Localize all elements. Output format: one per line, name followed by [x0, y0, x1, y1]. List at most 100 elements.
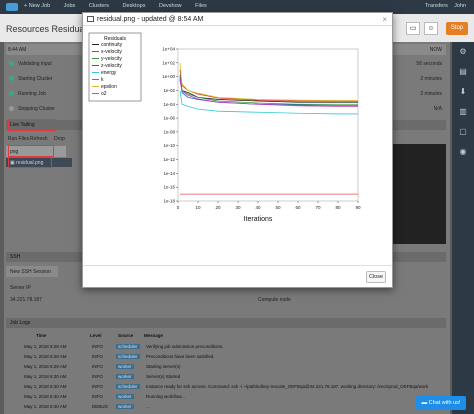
log-message: Running workflow... — [146, 394, 186, 399]
legend-entry: continuity — [101, 42, 123, 48]
x-tick-label: 70 — [315, 205, 321, 210]
log-level: INFO — [92, 344, 103, 349]
modal-title: residual.png - updated @ 8:54 AM — [97, 16, 204, 23]
nav-clusters[interactable]: Clusters — [89, 3, 109, 9]
log-time: May 1, 2018 8:30 AM — [24, 404, 67, 409]
x-tick-label: 50 — [275, 205, 281, 210]
log-time: May 1, 2018 8:30 AM — [24, 394, 67, 399]
legend-entry: z-velocity — [101, 63, 122, 69]
user-menu[interactable]: John — [454, 3, 466, 9]
x-tick-label: 40 — [255, 205, 261, 210]
log-row: May 1, 2018 8:29 AM INFO worker Starting se… — [6, 362, 446, 371]
log-message: Server(s) Started — [146, 374, 181, 379]
highlight-box — [8, 119, 56, 131]
log-source: scheduler — [116, 344, 140, 349]
log-source: scheduler — [116, 384, 140, 389]
log-message: Preconditions have been satisfied. — [146, 354, 215, 359]
x-tick-label: 80 — [335, 205, 341, 210]
users-icon[interactable]: ☺ — [424, 22, 438, 35]
legend-entry: energy — [101, 70, 117, 76]
refresh-button[interactable]: Refresh — [30, 136, 48, 142]
close-icon[interactable]: × — [382, 15, 387, 24]
nav-desktops[interactable]: Desktops — [123, 3, 146, 9]
log-level: INFO — [92, 384, 103, 389]
log-source: worker — [116, 394, 134, 399]
y-tick-label: 1e-02 — [163, 88, 175, 93]
github-icon[interactable]: ◉ — [452, 142, 474, 162]
right-sidebar: ⚙ ▤ ⬇ ▥ ▢ ◉ — [452, 42, 474, 414]
top-nav: + New Job Jobs Clusters Desktops Devshow… — [24, 3, 219, 9]
log-row: May 1, 2018 8:30 AM INFO worker Server(s) S… — [6, 372, 446, 381]
log-row: May 1, 2018 8:28 AM INFO scheduler Verifyin… — [6, 342, 446, 351]
chat-icon: ▬ — [421, 400, 429, 406]
nav-new-job[interactable]: + New Job — [24, 3, 50, 9]
series-line-x-velocity — [179, 69, 358, 102]
y-tick-label: 1e+00 — [162, 74, 175, 79]
x-tick-label: 30 — [235, 205, 241, 210]
log-row: May 1, 2018 8:30 AM INFO worker Running wor… — [6, 392, 446, 401]
y-tick-label: 1e-14 — [163, 171, 175, 176]
log-time: May 1, 2018 8:30 AM — [24, 384, 67, 389]
y-tick-label: 1e-06 — [163, 116, 175, 121]
log-level: INFO — [92, 394, 103, 399]
stop-button[interactable]: Stop — [446, 22, 468, 35]
image-preview-modal: residual.png - updated @ 8:54 AM × 1e+04… — [82, 12, 393, 288]
modal-footer: Close — [83, 265, 392, 287]
close-button[interactable]: Close — [366, 271, 386, 283]
x-tick-label: 90 — [355, 205, 361, 210]
y-tick-label: 1e-04 — [163, 102, 175, 107]
log-message: ... — [146, 404, 150, 409]
y-tick-label: 1e-18 — [163, 199, 175, 204]
logo-icon[interactable] — [6, 3, 18, 11]
log-source: worker — [116, 364, 134, 369]
y-tick-label: 1e+02 — [162, 60, 175, 65]
log-level: INFO — [92, 354, 103, 359]
plot-frame — [177, 48, 359, 202]
x-tick-label: 10 — [195, 205, 201, 210]
log-time: May 1, 2018 8:30 AM — [24, 374, 67, 379]
series-line-epsilon — [179, 62, 358, 101]
job-logs-header: Job Logs — [6, 318, 446, 328]
job-title: Resources Residual — [6, 24, 87, 34]
log-row: May 1, 2018 8:28 AM INFO scheduler Precondi… — [6, 352, 446, 361]
download-icon[interactable]: ⬇ — [452, 82, 474, 102]
check-icon — [9, 61, 14, 66]
nav-files[interactable]: Files — [195, 3, 207, 9]
desktop-icon[interactable]: ▭ — [406, 22, 420, 35]
y-tick-label: 1e-08 — [163, 129, 175, 134]
legend-entry: x-velocity — [101, 49, 122, 55]
highlight-box — [8, 157, 52, 168]
y-tick-label: 1e-12 — [163, 157, 175, 162]
log-time: May 1, 2018 8:29 AM — [24, 364, 67, 369]
time-label: 8:44 AM — [8, 47, 27, 53]
log-source: worker — [116, 374, 134, 379]
drop-button[interactable]: Drop — [54, 136, 65, 142]
log-time: May 1, 2018 8:28 AM — [24, 354, 67, 359]
document-icon[interactable]: ▢ — [452, 122, 474, 142]
bar-chart-icon[interactable]: ▥ — [452, 102, 474, 122]
tab-new-ssh-session[interactable]: New SSH Session — [6, 266, 58, 277]
y-tick-label: 1e-10 — [163, 143, 175, 148]
x-tick-label: 0 — [177, 205, 180, 210]
terminal-icon[interactable]: ▤ — [452, 62, 474, 82]
nav-devshow[interactable]: Devshow — [159, 3, 182, 9]
log-message: Starting server(s) — [146, 364, 181, 369]
gear-icon[interactable]: ⚙ — [452, 42, 474, 62]
log-level: DEBUG — [92, 404, 109, 409]
chat-button[interactable]: ▬ Chat with us! — [416, 396, 466, 410]
log-source: scheduler — [116, 354, 140, 359]
log-row: May 1, 2018 8:30 AM DEBUG worker... — [6, 402, 446, 411]
y-tick-label: 1e+04 — [162, 47, 175, 52]
running-icon — [9, 91, 14, 96]
transfers-link[interactable]: Transfers — [425, 3, 448, 9]
x-tick-label: 20 — [215, 205, 221, 210]
log-level: INFO — [92, 364, 103, 369]
log-columns: Time Level Source Message — [36, 333, 164, 338]
tab-run-files[interactable]: Run Files — [8, 136, 29, 142]
top-right: Transfers John — [425, 3, 466, 9]
modal-header: residual.png - updated @ 8:54 AM — [83, 13, 392, 26]
nav-jobs[interactable]: Jobs — [64, 3, 76, 9]
x-axis-label: Iterations — [244, 216, 273, 223]
log-message: Instance ready for ssh access. Command: … — [146, 384, 429, 389]
log-level: INFO — [92, 374, 103, 379]
